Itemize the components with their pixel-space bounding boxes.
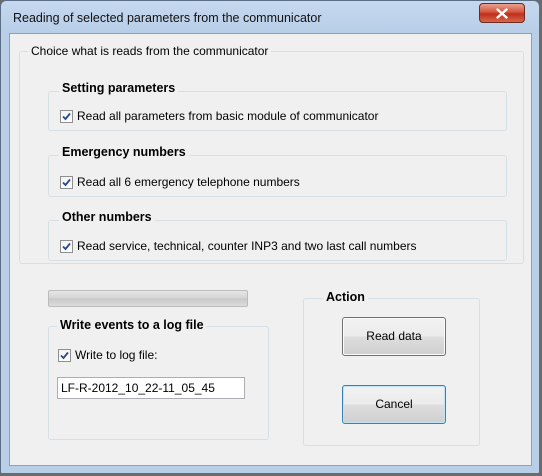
progress-bar bbox=[48, 290, 248, 307]
read-all-parameters-checkbox[interactable] bbox=[60, 109, 73, 123]
read-all-parameters-checkbox-row[interactable]: Read all parameters from basic module of… bbox=[60, 109, 378, 123]
read-other-numbers-checkbox[interactable] bbox=[60, 239, 73, 253]
write-to-log-label: Write to log file: bbox=[75, 348, 158, 362]
write-to-log-checkbox[interactable] bbox=[58, 348, 71, 362]
read-data-button[interactable]: Read data bbox=[342, 317, 446, 356]
write-to-log-checkbox-row[interactable]: Write to log file: bbox=[58, 348, 157, 362]
other-numbers-legend: Other numbers bbox=[59, 210, 155, 224]
read-other-numbers-label: Read service, technical, counter INP3 an… bbox=[77, 239, 417, 253]
cancel-button[interactable]: Cancel bbox=[342, 385, 446, 424]
close-button[interactable] bbox=[479, 3, 525, 23]
window-title: Reading of selected parameters from the … bbox=[13, 11, 322, 25]
checkmark-icon bbox=[62, 242, 71, 250]
read-emergency-numbers-label: Read all 6 emergency telephone numbers bbox=[77, 175, 300, 189]
checkmark-icon bbox=[60, 351, 69, 359]
action-legend: Action bbox=[323, 290, 368, 304]
setting-parameters-group: Setting parameters Read all parameters f… bbox=[48, 81, 507, 131]
setting-parameters-legend: Setting parameters bbox=[59, 81, 179, 95]
choice-group-legend: Choice what is reads from the communicat… bbox=[28, 44, 272, 58]
emergency-numbers-legend: Emergency numbers bbox=[59, 145, 189, 159]
read-all-parameters-label: Read all parameters from basic module of… bbox=[77, 109, 379, 123]
emergency-numbers-group: Emergency numbers Read all 6 emergency t… bbox=[48, 145, 507, 197]
checkmark-icon bbox=[62, 178, 71, 186]
dialog-client-area: Choice what is reads from the communicat… bbox=[9, 33, 532, 466]
other-numbers-group: Other numbers Read service, technical, c… bbox=[48, 210, 507, 261]
checkmark-icon bbox=[62, 112, 71, 120]
read-emergency-numbers-checkbox-row[interactable]: Read all 6 emergency telephone numbers bbox=[60, 175, 300, 189]
title-bar[interactable]: Reading of selected parameters from the … bbox=[1, 1, 539, 35]
log-file-legend: Write events to a log file bbox=[57, 318, 207, 332]
close-icon bbox=[496, 8, 508, 19]
read-emergency-numbers-checkbox[interactable] bbox=[60, 175, 73, 189]
read-other-numbers-checkbox-row[interactable]: Read service, technical, counter INP3 an… bbox=[60, 239, 417, 253]
log-filename-input[interactable] bbox=[57, 377, 245, 399]
dialog-window: Reading of selected parameters from the … bbox=[0, 0, 540, 474]
